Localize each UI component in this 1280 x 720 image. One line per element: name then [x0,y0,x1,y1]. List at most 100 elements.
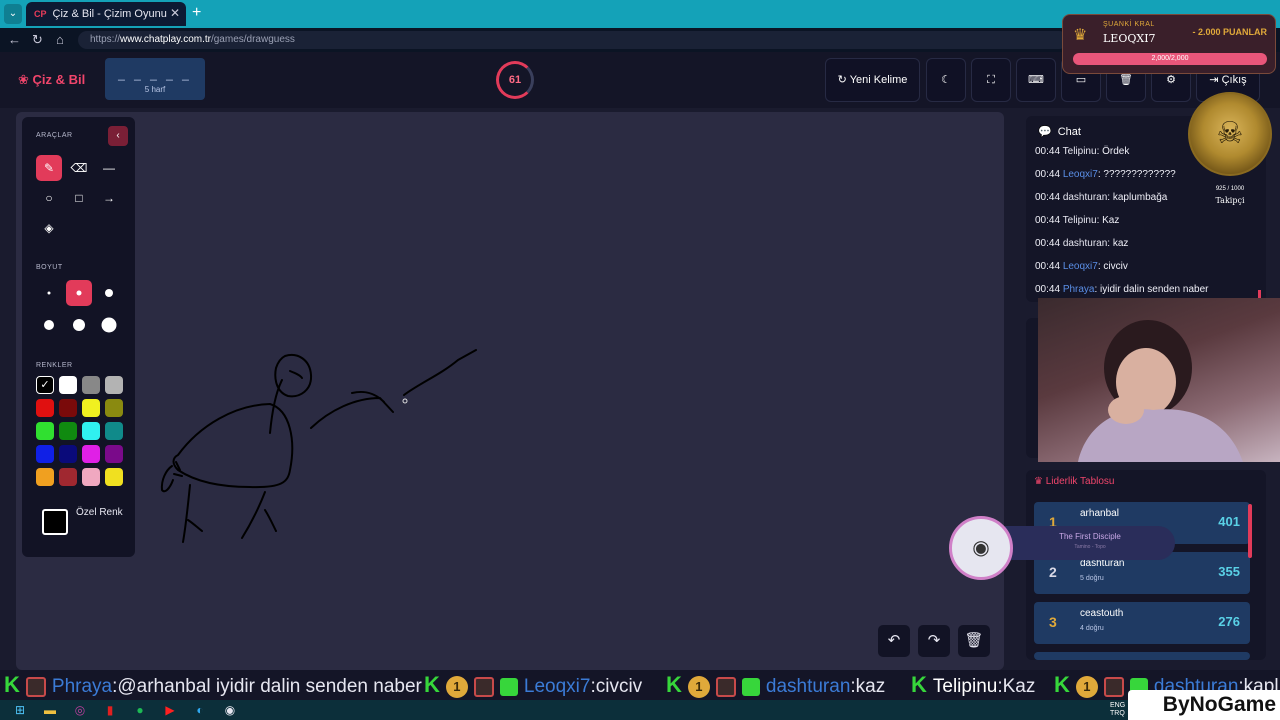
kick-badge-icon: K [911,672,927,697]
keyboard-button[interactable]: ⌨ [1016,58,1056,102]
ticker-text: :Kaz [997,676,1036,697]
player-name: ceastouth [1080,608,1124,619]
leaderboard-scrollbar[interactable] [1248,504,1252,558]
dark-mode-button[interactable]: ☾ [926,58,966,102]
color-swatch[interactable] [82,422,100,440]
color-swatch[interactable] [82,399,100,417]
home-icon[interactable]: ⌂ [56,32,64,47]
app-logo[interactable]: ❀ Çiz & Bil [18,72,85,88]
brush-tool[interactable]: ✎ [36,155,62,181]
chat-text: : iyidir dalin senden naber [1094,284,1209,295]
drawing-canvas[interactable] [16,112,1004,670]
color-swatch[interactable] [105,376,123,394]
color-swatch[interactable] [105,445,123,463]
chat-time: 00:44 [1035,169,1061,180]
word-length: 5 harf [144,85,166,94]
line-icon: — [103,161,115,175]
circle-tool[interactable]: ○ [36,185,62,211]
redo-button[interactable]: ↷ [918,625,950,657]
color-swatch[interactable] [36,445,54,463]
new-word-button[interactable]: ↻ Yeni Kelime [825,58,920,102]
color-swatch[interactable] [59,468,77,486]
app-icon[interactable]: ▮ [102,702,118,718]
tab-title: Çiz & Bil - Çizim Oyunu [52,8,167,20]
reload-icon[interactable]: ↻ [32,32,43,48]
brush-icon: ✎ [43,161,55,175]
chat-user[interactable]: Telipinu [1063,215,1097,226]
chat-user[interactable]: Phraya [1063,284,1095,295]
windows-start-icon[interactable]: ⊞ [12,702,28,718]
chat-user[interactable]: Leoqxi7 [1063,169,1098,180]
tab-actions-menu[interactable]: ⌄ [4,4,22,24]
color-swatch[interactable] [82,468,100,486]
browser-tab[interactable]: CP Çiz & Bil - Çizim Oyunu ✕ [26,2,186,26]
chat-message: 00:44 Telipinu: Ördek [1035,146,1129,157]
url-scheme: https:// [90,34,121,45]
player-score: 401 [1218,514,1240,529]
color-swatch[interactable] [59,445,77,463]
fill-tool[interactable]: ◈ [36,215,62,241]
color-swatch[interactable] [36,468,54,486]
arrow-right-icon: → [103,191,115,205]
size-option[interactable] [36,312,62,338]
clear-canvas-button[interactable]: 🗑 [958,625,990,657]
color-swatch[interactable] [105,422,123,440]
webcam-person [1078,320,1243,462]
logout-icon: ⇥ [1209,74,1222,86]
ticker-item: K Telipinu:Kaz [911,670,1035,700]
gift-badge-icon [499,677,518,696]
address-bar[interactable]: https://www.chatplay.com.tr/games/drawgu… [78,31,1068,49]
app-root: ⌄ CP Çiz & Bil - Çizim Oyunu ✕ + ← ↻ ⌂ ht… [0,0,1280,720]
undo-button[interactable]: ↶ [878,625,910,657]
new-tab-icon[interactable]: + [192,4,201,22]
sub-badge-icon [715,676,736,697]
line-tool[interactable]: — [96,155,122,181]
gift-badge-icon [741,677,760,696]
color-swatch[interactable] [36,422,54,440]
edge-icon[interactable]: ◐ [192,702,208,718]
skull-medallion-icon: ☠ [1188,92,1272,176]
chat-user[interactable]: dashturan [1063,192,1107,203]
language-indicator[interactable]: ENG TRQ [1110,702,1125,718]
eraser-tool[interactable]: ⌫ [66,155,92,181]
color-swatch[interactable] [82,445,100,463]
fullscreen-button[interactable]: ⛶ [971,58,1011,102]
color-swatch[interactable] [105,468,123,486]
chat-user[interactable]: Leoqxi7 [1063,261,1098,272]
round-timer: 61 [496,61,534,99]
custom-color-swatch[interactable] [42,509,68,535]
color-swatch[interactable] [59,399,77,417]
collapse-panel-button[interactable]: ‹ [108,126,128,146]
rectangle-tool[interactable]: □ [66,185,92,211]
chat-user[interactable]: dashturan [1063,238,1107,249]
color-swatch[interactable] [36,399,54,417]
back-icon[interactable]: ← [8,32,21,47]
kick-badge-icon: K [666,672,682,697]
color-swatch[interactable] [82,376,100,394]
youtube-icon[interactable]: ▶ [162,702,178,718]
size-option[interactable] [66,280,92,306]
file-explorer-icon[interactable]: ▬ [42,702,58,718]
spotify-icon[interactable]: ● [132,702,148,718]
drawing-stroke [274,354,313,398]
color-swatch[interactable]: ✓ [36,376,54,394]
size-option[interactable] [36,280,62,306]
moon-icon: ☾ [941,74,951,86]
color-swatch[interactable] [105,399,123,417]
chrome-icon[interactable]: ◉ [222,702,238,718]
size-option[interactable] [96,312,122,338]
arrow-tool[interactable]: → [96,185,122,211]
size-option[interactable] [66,312,92,338]
close-tab-icon[interactable]: ✕ [170,6,180,20]
chat-text: : kaplumbağa [1107,192,1168,203]
color-swatch[interactable] [59,376,77,394]
obs-icon[interactable]: ◎ [72,702,88,718]
chat-user[interactable]: Telipinu [1063,146,1097,157]
color-swatch[interactable] [59,422,77,440]
player-score: 276 [1218,614,1240,629]
tool-panel: ARAÇLAR ‹ ✎ ⌫ — ○ □ → ◈ BOYUT RENKLER ✓ … [22,117,135,557]
king-progress-bar: 2,000/2,000 [1073,53,1267,65]
size-option[interactable] [96,280,122,306]
king-name: LEOQXI7 [1103,32,1156,45]
custom-color-label[interactable]: Özel Renk [76,505,126,520]
